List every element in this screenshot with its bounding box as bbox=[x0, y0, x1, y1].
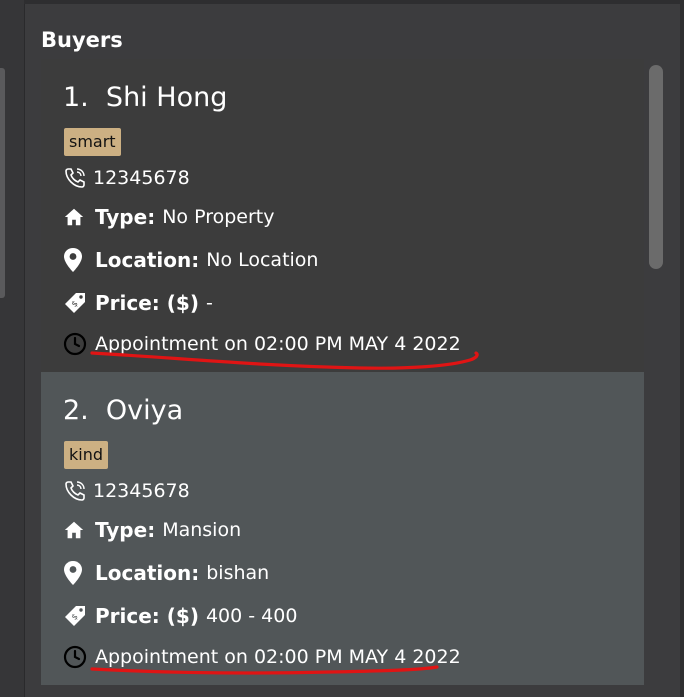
buyer-tag: kind bbox=[64, 441, 109, 469]
clock-icon bbox=[63, 644, 87, 670]
location-row: Location: No Location bbox=[63, 245, 318, 275]
buyer-tag: smart bbox=[64, 128, 121, 156]
appointment-text: Appointment on 02:00 PM MAY 4 2022 bbox=[95, 646, 461, 668]
buyer-card[interactable]: 1. Shi Hong smart 12345678 Type: No Prop… bbox=[41, 59, 644, 372]
type-value: No Property bbox=[162, 206, 275, 228]
appointment-row: Appointment on 02:00 PM MAY 4 2022 bbox=[63, 329, 461, 359]
home-icon bbox=[63, 204, 87, 230]
scroll-thumb[interactable] bbox=[649, 65, 663, 269]
list-scrollbar[interactable] bbox=[648, 65, 665, 687]
price-row: $ Price: ($) - bbox=[63, 288, 213, 318]
left-pane-scroll-thumb[interactable] bbox=[0, 68, 5, 298]
phone-value: 12345678 bbox=[93, 480, 190, 502]
price-tag-icon: $ bbox=[63, 603, 87, 629]
buyer-card-selected[interactable]: 2. Oviya kind 12345678 Type: Mansion Loc… bbox=[41, 372, 644, 685]
type-label: Type: bbox=[95, 518, 156, 542]
phone-row: 12345678 bbox=[63, 163, 190, 193]
phone-row: 12345678 bbox=[63, 476, 190, 506]
price-label: Price: ($) bbox=[95, 291, 199, 315]
location-pin-icon bbox=[63, 560, 87, 586]
appointment-text: Appointment on 02:00 PM MAY 4 2022 bbox=[95, 333, 461, 355]
price-tag-icon: $ bbox=[63, 290, 87, 316]
location-row: Location: bishan bbox=[63, 558, 269, 588]
clock-icon bbox=[63, 331, 87, 357]
location-pin-icon bbox=[63, 247, 87, 273]
type-row: Type: Mansion bbox=[63, 515, 241, 545]
location-label: Location: bbox=[95, 561, 200, 585]
panel-title: Buyers bbox=[41, 28, 123, 52]
price-value: 400 - 400 bbox=[205, 605, 298, 627]
type-row: Type: No Property bbox=[63, 202, 274, 232]
right-border bbox=[680, 0, 684, 697]
buyer-name: 1. Shi Hong bbox=[63, 82, 228, 113]
phone-icon bbox=[63, 165, 87, 191]
type-label: Type: bbox=[95, 205, 156, 229]
price-value: - bbox=[205, 292, 213, 314]
top-border bbox=[24, 0, 684, 4]
type-value: Mansion bbox=[162, 519, 242, 541]
phone-value: 12345678 bbox=[93, 167, 190, 189]
location-value: bishan bbox=[206, 562, 270, 584]
phone-icon bbox=[63, 478, 87, 504]
location-label: Location: bbox=[95, 248, 200, 272]
buyer-list: 1. Shi Hong smart 12345678 Type: No Prop… bbox=[41, 59, 644, 689]
appointment-row: Appointment on 02:00 PM MAY 4 2022 bbox=[63, 642, 461, 672]
price-label: Price: ($) bbox=[95, 604, 199, 628]
price-row: $ Price: ($) 400 - 400 bbox=[63, 601, 297, 631]
location-value: No Location bbox=[206, 249, 319, 271]
buyer-name: 2. Oviya bbox=[63, 395, 184, 426]
home-icon bbox=[63, 517, 87, 543]
left-pane-edge bbox=[0, 0, 25, 697]
